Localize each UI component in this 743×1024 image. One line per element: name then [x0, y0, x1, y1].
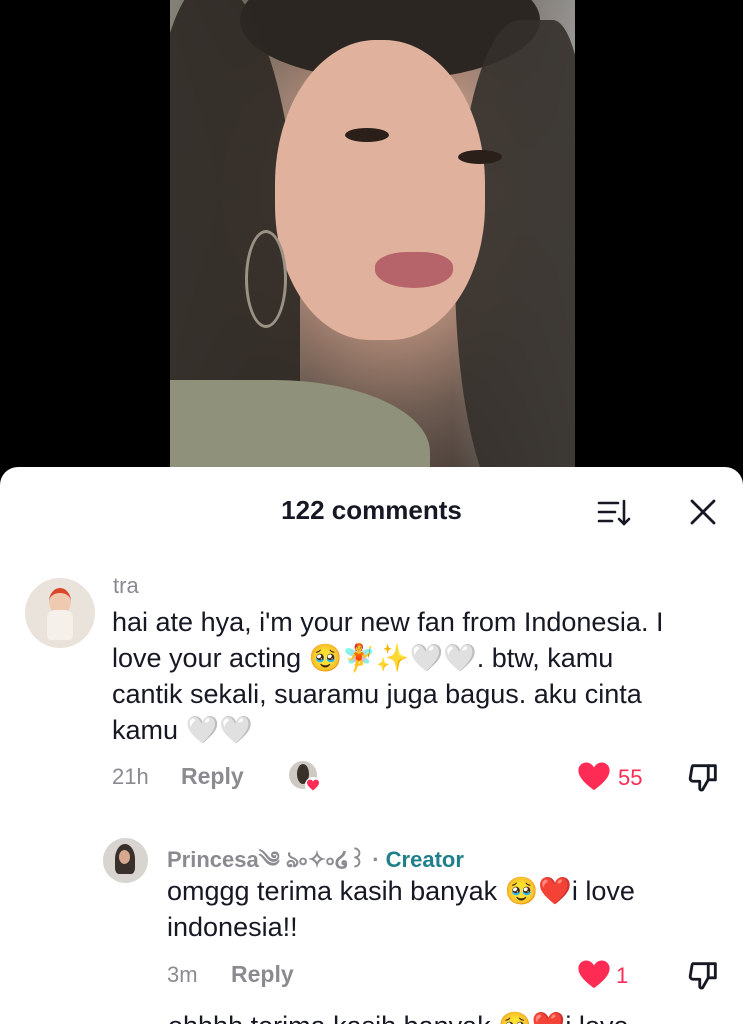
like-count: 1 [616, 963, 629, 988]
reply-button[interactable]: Reply [181, 763, 244, 790]
like-heart-icon[interactable] [577, 958, 611, 990]
reply-text-line: omggg terima kasih banyak 🥹❤️i love [167, 876, 635, 906]
sort-icon[interactable] [596, 497, 632, 529]
like-heart-icon[interactable] [577, 760, 611, 792]
avatar-doll-body [47, 610, 73, 640]
video-player[interactable] [170, 0, 575, 480]
thumbs-down-icon[interactable] [687, 760, 721, 794]
comment-text-line: love your acting 🥹🧚✨🤍🤍. btw, kamu [112, 643, 614, 673]
comment-text-line: cantik sekali, suaramu juga bagus. aku c… [112, 679, 642, 709]
comments-sheet: 122 comments tra hai ate hya, i'm your n… [0, 467, 743, 1024]
video-earring [245, 230, 287, 328]
reply-button[interactable]: Reply [231, 961, 294, 988]
creator-liked-badge [289, 761, 321, 793]
video-face [275, 40, 485, 340]
heart-icon [305, 777, 321, 793]
video-eye-right [458, 150, 502, 164]
comment-text-line: hai ate hya, i'm your new fan from Indon… [112, 607, 664, 637]
reply-text-line: indonesia!! [167, 912, 298, 942]
reply-username[interactable]: Princesa༄ ঌ৹✧৹໒꒱ [167, 847, 366, 872]
like-count: 55 [618, 765, 643, 790]
comment-username[interactable]: tra [113, 573, 139, 599]
reply-timestamp: 3m [167, 962, 198, 987]
close-icon[interactable] [688, 497, 718, 527]
separator-dot: · [366, 847, 386, 872]
avatar[interactable] [25, 578, 95, 648]
creator-avatar-face [119, 850, 130, 864]
creator-avatar[interactable] [103, 838, 148, 883]
next-reply-text-partial: ohhhh terima kasih banyak 🥹❤️i love [168, 1010, 628, 1024]
video-lips [375, 252, 453, 288]
comment-timestamp: 21h [112, 764, 149, 789]
comment-text-line: kamu 🤍🤍 [112, 715, 253, 745]
creator-badge: Creator [385, 847, 464, 872]
thumbs-down-icon[interactable] [687, 958, 721, 992]
video-eye-left [345, 128, 389, 142]
